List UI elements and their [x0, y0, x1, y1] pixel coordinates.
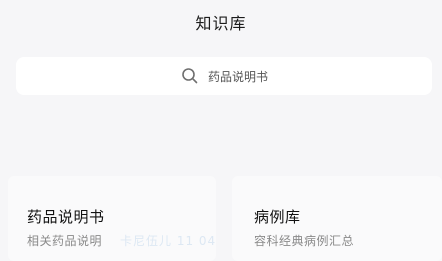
card-subtitle: 容科经典病例汇总 [254, 234, 355, 248]
page-title: 知识库 [195, 14, 247, 33]
card-case-library[interactable]: 病例库 容科经典病例汇总 [232, 176, 442, 261]
watermark: 卡尼伍儿 11 04 [120, 234, 217, 248]
card-subtitle: 相关药品说明 [27, 234, 103, 248]
card-title: 药品说明书 [27, 208, 105, 226]
search-icon [180, 66, 200, 86]
card-title: 病例库 [254, 208, 301, 226]
top-bar: 知识库 [0, 0, 442, 44]
knowledge-base-screen: 知识库 药品说明书 药品说明书 相关药品说明 病例库 容科经典病例汇总 卡尼伍儿… [0, 0, 442, 261]
knowledge-categories: 药品说明书 相关药品说明 病例库 容科经典病例汇总 [8, 176, 442, 261]
search-bar[interactable]: 药品说明书 [16, 57, 432, 95]
search-placeholder: 药品说明书 [207, 69, 268, 84]
